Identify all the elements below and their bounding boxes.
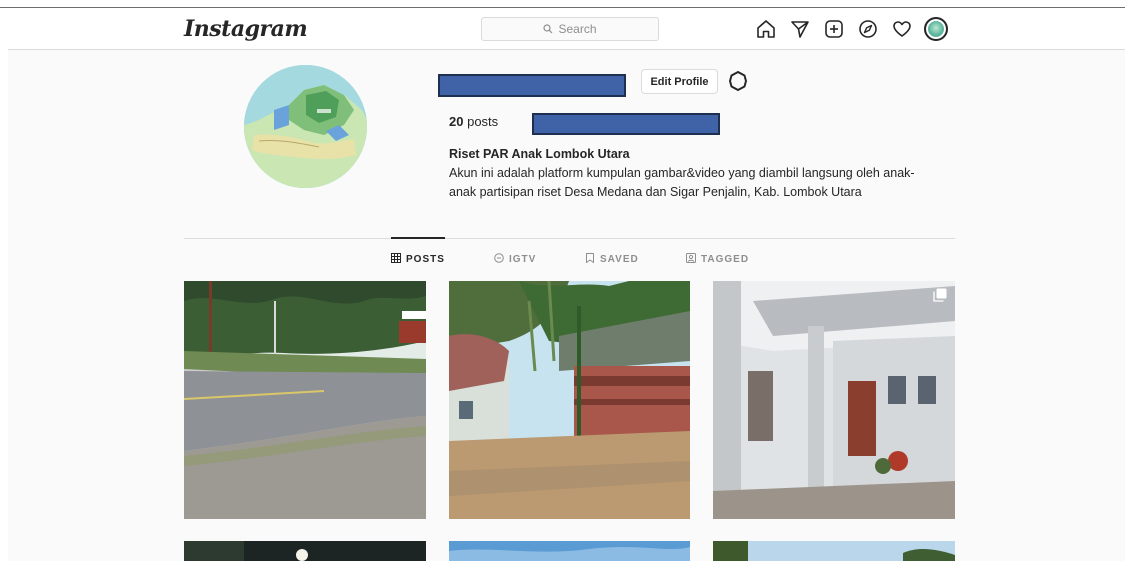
bio-line-2: anak partisipan riset Desa Medana dan Si…	[449, 185, 862, 199]
nav-icons	[754, 17, 948, 41]
grid-icon	[391, 253, 401, 266]
posts-label: posts	[467, 114, 499, 129]
explore-icon[interactable]	[856, 17, 880, 41]
search-input[interactable]: Search	[481, 17, 659, 41]
post-thumbnail-road[interactable]	[184, 281, 426, 519]
post-thumbnail-trees[interactable]	[713, 541, 955, 561]
profile-bio: Akun ini adalah platform kumpulan gambar…	[449, 164, 959, 202]
redacted-username	[438, 74, 626, 97]
profile-picture[interactable]	[244, 65, 367, 188]
search-placeholder: Search	[558, 22, 597, 36]
bookmark-icon	[585, 253, 595, 266]
new-post-icon[interactable]	[822, 17, 846, 41]
profile-full-name: Riset PAR Anak Lombok Utara	[449, 147, 630, 161]
instagram-logo[interactable]: Instagram	[184, 16, 308, 42]
home-icon[interactable]	[754, 17, 778, 41]
tab-saved[interactable]: SAVED	[585, 253, 639, 266]
profile-avatar-icon[interactable]	[924, 17, 948, 41]
tab-tagged[interactable]: TAGGED	[686, 253, 749, 266]
post-thumbnail-school-building[interactable]	[449, 281, 690, 519]
activity-heart-icon[interactable]	[890, 17, 914, 41]
tab-igtv[interactable]: IGTV	[494, 253, 536, 266]
post-thumbnail-night[interactable]	[184, 541, 426, 561]
tab-posts[interactable]: POSTS	[391, 253, 445, 266]
settings-gear-icon[interactable]	[726, 69, 750, 93]
profile-page: Instagram Search Edit Profile 20 posts R…	[8, 8, 1125, 561]
direct-icon[interactable]	[788, 17, 812, 41]
redacted-followers-following	[532, 113, 720, 135]
tab-label: TAGGED	[701, 254, 750, 265]
bio-line-1: Akun ini adalah platform kumpulan gambar…	[449, 166, 915, 180]
posts-count[interactable]: 20 posts	[449, 114, 498, 129]
multiple-photos-icon	[933, 288, 947, 302]
active-tab-indicator	[391, 237, 445, 239]
post-thumbnail-house-porch[interactable]	[713, 281, 955, 519]
search-icon	[543, 24, 553, 34]
post-thumbnail-sky[interactable]	[449, 541, 690, 561]
edit-profile-button[interactable]: Edit Profile	[641, 69, 718, 94]
tagged-user-icon	[686, 253, 696, 266]
tab-label: SAVED	[600, 254, 639, 265]
tabs-divider	[184, 238, 955, 239]
igtv-icon	[494, 253, 504, 266]
top-nav-bar: Instagram Search	[8, 8, 1125, 50]
tab-label: POSTS	[406, 254, 445, 265]
posts-number: 20	[449, 114, 464, 129]
tab-label: IGTV	[509, 254, 537, 265]
